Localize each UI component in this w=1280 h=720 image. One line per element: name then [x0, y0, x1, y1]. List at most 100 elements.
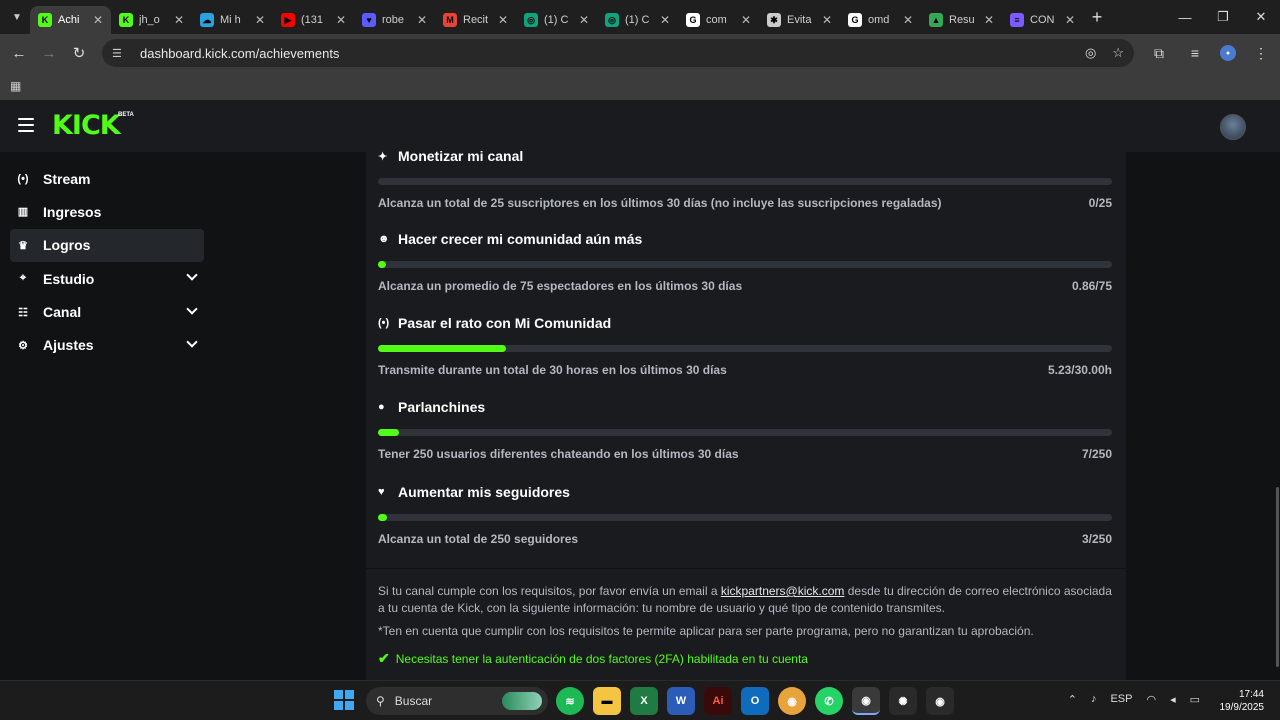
menu-icon[interactable]: ⋮ — [1250, 38, 1272, 68]
site-info-icon[interactable]: ☰ — [112, 47, 128, 60]
tab-favicon-icon: K — [38, 13, 52, 27]
achievement-monetize: ✦ Monetizar mi canal Alcanza un total de… — [378, 146, 1112, 210]
sidebar-item-logros[interactable]: ♛ Logros — [10, 228, 204, 262]
taskbar-search[interactable]: ⚲ Buscar — [366, 687, 548, 715]
browser-tab[interactable]: ✱ Evita ✕ — [759, 6, 840, 34]
chrome-profile-icon[interactable]: ◉ — [852, 687, 880, 715]
wifi-icon[interactable]: ◠ — [1146, 693, 1156, 706]
sidebar-item-ingresos[interactable]: ▥ Ingresos — [10, 195, 204, 228]
browser-tab[interactable]: ♥ robe ✕ — [354, 6, 435, 34]
close-tab-icon[interactable]: ✕ — [903, 13, 913, 27]
address-bar[interactable]: ☰ dashboard.kick.com/achievements ◎ ☆ — [102, 39, 1134, 67]
progress-bar — [378, 345, 1112, 352]
sidebar-item-estudio[interactable]: ⌖ Estudio — [10, 262, 204, 295]
email-link[interactable]: kickpartners@kick.com — [721, 584, 845, 598]
achievement-value: 3/250 — [1081, 532, 1112, 546]
apps-grid-icon[interactable]: ▦ — [10, 79, 21, 93]
close-tab-icon[interactable]: ✕ — [660, 13, 670, 27]
checkmark-icon: ✔ — [378, 650, 390, 666]
back-icon[interactable]: ← — [4, 38, 34, 68]
browser-tab[interactable]: M Recit ✕ — [435, 6, 516, 34]
hamburger-menu-icon[interactable] — [18, 118, 34, 132]
achievement-title: Hacer crecer mi comunidad aún más — [398, 231, 643, 247]
user-avatar[interactable] — [1220, 114, 1246, 140]
chrome-icon[interactable]: ◉ — [778, 687, 806, 715]
whatsapp-icon[interactable]: ✆ — [815, 687, 843, 715]
browser-tab[interactable]: ☁ Mi h ✕ — [192, 6, 273, 34]
tab-title: (1) C — [625, 14, 650, 26]
close-tab-icon[interactable]: ✕ — [498, 13, 508, 27]
close-tab-icon[interactable]: ✕ — [822, 13, 832, 27]
channel-icon: ☷ — [18, 306, 28, 319]
sidebar: (•) Stream ▥ Ingresos ♛ Logros ⌖ Estudio… — [0, 152, 214, 680]
close-tab-icon[interactable]: ✕ — [417, 13, 427, 27]
extensions-icon[interactable]: ⧉ — [1148, 38, 1170, 68]
chevron-down-icon[interactable] — [186, 302, 198, 315]
illustrator-icon[interactable]: Ai — [704, 687, 732, 715]
chat-bubble-icon: ● — [378, 401, 385, 413]
chatgpt-icon[interactable]: ✺ — [889, 687, 917, 715]
reload-icon[interactable]: ↻ — [64, 38, 94, 68]
battery-icon[interactable]: ▭ — [1190, 693, 1200, 706]
close-tab-icon[interactable]: ✕ — [93, 13, 103, 27]
page-scrollbar[interactable] — [1276, 152, 1280, 680]
close-tab-icon[interactable]: ✕ — [1065, 13, 1075, 27]
media-icon[interactable]: ≡ — [1184, 38, 1206, 68]
close-tab-icon[interactable]: ✕ — [336, 13, 346, 27]
tab-title: (131 — [301, 14, 324, 26]
chrome-profile-2-icon[interactable]: ◉ — [926, 687, 954, 715]
word-icon[interactable]: W — [667, 687, 695, 715]
tab-favicon-icon: M — [443, 13, 457, 27]
browser-tab[interactable]: ◎ (1) C ✕ — [597, 6, 678, 34]
browser-tab[interactable]: Kjh_o ✕ — [111, 6, 192, 34]
browser-tab[interactable]: ▲ Resu ✕ — [921, 6, 1002, 34]
volume-icon[interactable]: ◂ — [1170, 693, 1176, 706]
spotify-icon[interactable]: ≋ — [556, 687, 584, 715]
browser-tab[interactable]: K Achi ✕ — [30, 6, 111, 34]
system-tray: ⌃ ♪ ESP ◠ ◂ ▭ — [1068, 693, 1200, 706]
sidebar-item-ajustes[interactable]: ⚙ Ajustes — [10, 329, 204, 362]
achievement-description: Transmite durante un total de 30 horas e… — [378, 363, 727, 377]
chevron-up-icon[interactable]: ⌃ — [1068, 693, 1077, 706]
windows-start-icon[interactable] — [334, 690, 354, 710]
kick-logo[interactable]: KICK — [52, 112, 121, 140]
close-tab-icon[interactable]: ✕ — [984, 13, 994, 27]
close-window-icon[interactable]: ✕ — [1242, 0, 1280, 34]
forward-icon[interactable]: → — [34, 38, 64, 68]
system-clock[interactable]: 17:44 19/9/2025 — [1220, 688, 1265, 714]
profile-icon[interactable]: ● — [1220, 45, 1236, 61]
progress-bar — [378, 514, 1112, 521]
microphone-icon[interactable]: ♪ — [1091, 693, 1097, 706]
community-icon: ☻ — [378, 233, 390, 245]
maximize-icon[interactable]: ❐ — [1204, 0, 1242, 34]
language-indicator[interactable]: ESP — [1110, 693, 1132, 706]
new-tab-button[interactable]: + — [1083, 3, 1111, 31]
tab-title: omd — [868, 14, 890, 26]
tab-title: CON — [1030, 14, 1055, 26]
close-tab-icon[interactable]: ✕ — [741, 13, 751, 27]
browser-tab[interactable]: ▶ (131 ✕ — [273, 6, 354, 34]
outlook-icon[interactable]: O — [741, 687, 769, 715]
close-tab-icon[interactable]: ✕ — [255, 13, 265, 27]
sidebar-item-stream[interactable]: (•) Stream — [10, 162, 204, 195]
chevron-down-icon[interactable] — [186, 269, 198, 281]
close-tab-icon[interactable]: ✕ — [174, 13, 184, 27]
divider — [366, 568, 1126, 569]
browser-tab[interactable]: Gomd ✕ — [840, 6, 921, 34]
browser-tab[interactable]: Gcom ✕ — [678, 6, 759, 34]
chevron-down-icon[interactable] — [186, 336, 198, 348]
tab-favicon-icon: ☁ — [200, 13, 214, 27]
sidebar-item-canal[interactable]: ☷ Canal — [10, 296, 204, 329]
browser-tab[interactable]: ≡ CON ✕ — [1002, 6, 1083, 34]
close-tab-icon[interactable]: ✕ — [579, 13, 589, 27]
minimize-icon[interactable]: — — [1166, 0, 1204, 34]
excel-icon[interactable]: X — [630, 687, 658, 715]
bookmark-star-icon[interactable]: ☆ — [1112, 45, 1124, 61]
browser-tab[interactable]: ◎ (1) C ✕ — [516, 6, 597, 34]
partner-info-text: Si tu canal cumple con los requisitos, p… — [378, 584, 1112, 615]
tab-search-icon[interactable]: ▼ — [4, 4, 30, 30]
tab-title: Recit — [463, 14, 489, 26]
file-explorer-icon[interactable]: ▬ — [593, 687, 621, 715]
eye-off-icon[interactable]: ◎ — [1085, 45, 1096, 61]
achievement-value: 0.86/75 — [1071, 279, 1112, 293]
